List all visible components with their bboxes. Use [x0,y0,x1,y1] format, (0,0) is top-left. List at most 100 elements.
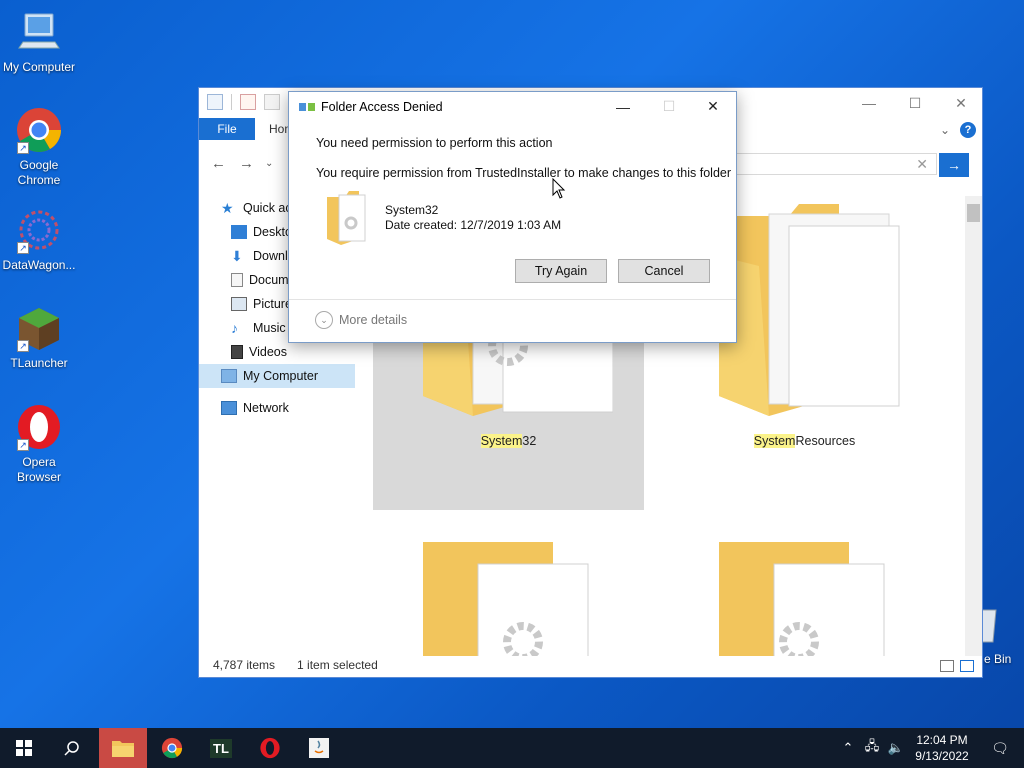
taskbar-tlauncher[interactable]: TL [197,728,245,768]
folder-icon [719,542,885,656]
vertical-scrollbar[interactable] [965,196,982,656]
tab-file[interactable]: File [199,118,255,140]
dialog-minimize-button[interactable]: — [600,92,646,121]
volume-icon[interactable]: 🔈 [884,740,908,756]
cancel-button[interactable]: Cancel [618,259,710,283]
show-hidden-icons-icon[interactable]: ⌃ [836,740,860,756]
dialog-heading: You need permission to perform this acti… [316,136,553,150]
back-arrow-icon[interactable]: ← [211,155,226,172]
tlauncher-icon: TL [210,738,232,758]
sidebar-item-label: Network [243,401,289,415]
sidebar-item-label: Deskto [253,225,292,239]
recycle-bin-label: e Bin [984,652,1012,666]
desktop-icon-google-chrome[interactable]: ↗ Google Chrome [0,106,78,188]
dialog-close-button[interactable]: ✕ [690,92,736,121]
network-icon [221,401,237,415]
windows-icon [16,740,32,756]
try-again-button[interactable]: Try Again [515,259,607,283]
maximize-button[interactable]: ☐ [892,88,938,118]
selection-count: 1 item selected [297,658,378,672]
opera-icon [260,737,280,759]
folder-access-denied-dialog: Folder Access Denied — ☐ ✕ You need perm… [288,91,737,343]
dialog-maximize-button: ☐ [662,98,676,114]
folder-icon [423,542,589,656]
video-icon [231,345,243,359]
clock-time: 12:04 PM [916,733,968,747]
dialog-separator [289,299,736,300]
taskbar-chrome[interactable] [148,728,196,768]
shortcut-arrow-icon: ↗ [17,340,29,352]
clear-icon[interactable]: ✕ [916,156,928,173]
expand-ribbon-icon[interactable]: ⌄ [940,123,950,137]
sidebar-item-label: Music [253,321,286,335]
more-details-toggle[interactable]: ⌄ More details [315,311,407,329]
shortcut-arrow-icon: ↗ [17,142,29,154]
search-icon [64,741,79,756]
sidebar-item-videos[interactable]: Videos [199,340,355,364]
search-button[interactable] [48,728,96,768]
folder-item[interactable] [373,526,644,656]
dialog-message: You require permission from TrustedInsta… [316,166,732,180]
desktop-icon-label: My Computer [2,60,76,74]
scroll-thumb[interactable] [967,204,980,222]
more-details-label: More details [339,313,408,327]
start-button[interactable] [0,728,48,768]
sidebar-item-label: Docum [249,273,289,287]
clock[interactable]: 12:04 PM 9/13/2022 [908,732,976,764]
dialog-titlebar: Folder Access Denied — ☐ ✕ [289,92,736,121]
item-count: 4,787 items [213,658,276,672]
clock-date: 9/13/2022 [915,749,969,763]
close-button[interactable]: ✕ [938,88,984,118]
new-folder-icon[interactable] [264,94,280,110]
desktop-icon-label: Google Chrome [17,158,61,187]
large-icons-view-icon[interactable] [960,660,974,672]
shortcut-arrow-icon: ↗ [17,439,29,451]
notification-icon[interactable]: 🗨 [976,740,1024,757]
mouse-cursor-icon [552,177,566,200]
file-move-icon [299,100,315,114]
desktop-icon-opera[interactable]: ↗ Opera Browser [0,403,78,485]
computer-icon [15,8,63,56]
taskbar-opera[interactable] [246,728,294,768]
computer-icon [221,369,237,383]
label-highlight: System [480,434,523,448]
minimize-button[interactable]: — [846,88,892,118]
sidebar-item-label: Videos [249,345,287,359]
window-icon [207,94,223,110]
sidebar-item-my-computer[interactable]: My Computer [199,364,355,388]
sidebar-item-label: Picture [253,297,292,311]
shortcut-arrow-icon: ↗ [17,242,29,254]
taskbar-java[interactable] [295,728,343,768]
desktop-icon-label: Opera Browser [16,455,61,484]
chrome-icon [161,737,183,759]
desktop-icon-label: TLauncher [10,356,68,370]
tlauncher-icon: ↗ [15,304,63,352]
folder-icon [719,204,900,416]
recent-locations-icon[interactable]: ⌄ [265,158,273,169]
star-icon: ★ [221,200,234,216]
folder-item[interactable] [669,526,940,656]
folder-icon [325,189,369,245]
picture-icon [231,297,247,311]
help-icon[interactable]: ? [960,122,976,138]
properties-icon[interactable] [240,94,256,110]
folder-label: SystemResources [669,434,940,448]
download-icon: ⬇ [231,248,243,264]
quick-access-toolbar [207,94,280,110]
document-icon [231,273,243,287]
desktop-icon-datawagon[interactable]: ↗ DataWagon... [0,206,78,273]
network-icon[interactable]: 🖧 [860,737,884,759]
system-tray: ⌃ 🖧 🔈 12:04 PM 9/13/2022 🗨 [836,728,1024,768]
forward-arrow-icon[interactable]: → [239,155,254,172]
go-arrow-icon[interactable]: → [939,153,969,177]
sidebar-item-label: Quick ac [243,201,292,215]
desktop-icon-label: DataWagon... [2,258,76,272]
details-view-icon[interactable] [940,660,954,672]
desktop-icon-my-computer[interactable]: My Computer [0,8,78,75]
sidebar-item-network[interactable]: Network [199,396,355,420]
desktop-icon-tlauncher[interactable]: ↗ TLauncher [0,304,78,371]
address-search-box[interactable]: ✕ [719,153,937,175]
desktop-icon [231,225,247,239]
folder-name: System32 [385,203,439,217]
taskbar-file-explorer[interactable] [99,728,147,768]
